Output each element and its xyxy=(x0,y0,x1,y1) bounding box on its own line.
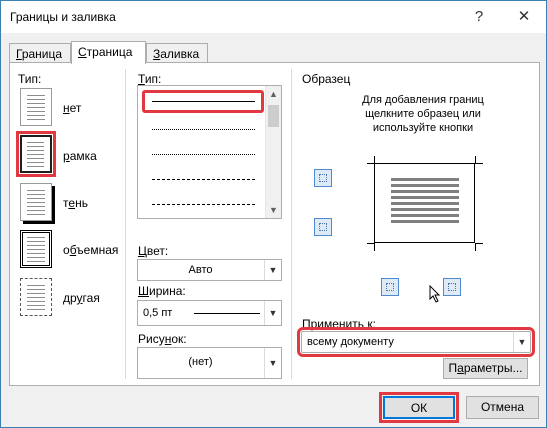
art-value: (нет) xyxy=(188,356,213,368)
separator xyxy=(125,69,126,379)
separator xyxy=(291,69,292,379)
width-label: Ширина: xyxy=(138,284,186,298)
page-3d-icon[interactable] xyxy=(20,230,52,268)
preview-hint: Для добавления границ щелкните образец и… xyxy=(362,94,484,134)
title-bar: Границы и заливка ? ✕ xyxy=(1,1,546,33)
setting-group-label: Тип: xyxy=(18,72,42,86)
art-select[interactable]: (нет) ▼ xyxy=(137,347,282,379)
line-style-list[interactable]: ▲ ▼ xyxy=(137,85,282,219)
chevron-down-icon[interactable]: ▼ xyxy=(264,348,281,378)
scroll-down-icon[interactable]: ▼ xyxy=(266,202,281,218)
corner-mark xyxy=(367,243,375,251)
page-custom-icon[interactable] xyxy=(20,278,52,316)
right-border-button[interactable] xyxy=(443,278,461,296)
cancel-button[interactable]: Отмена xyxy=(466,396,539,419)
style-dotted-line[interactable] xyxy=(152,129,255,130)
scroll-thumb[interactable] xyxy=(268,105,279,127)
apply-to-label: Применить к: xyxy=(302,317,376,331)
setting-box-label[interactable]: рамка xyxy=(63,149,97,163)
chevron-down-icon[interactable]: ▼ xyxy=(264,301,281,325)
style-fine-dotted-line[interactable] xyxy=(152,154,255,155)
bottom-border-button[interactable] xyxy=(314,218,332,236)
width-select[interactable]: 0,5 пт ▼ xyxy=(137,300,282,326)
page-none-icon[interactable] xyxy=(20,88,52,126)
style-long-dashed-line[interactable] xyxy=(152,204,255,205)
style-label: Тип: xyxy=(138,72,162,86)
color-select[interactable]: Авто ▼ xyxy=(137,259,282,281)
color-value: Авто xyxy=(188,264,213,276)
ok-button[interactable]: ОК xyxy=(379,392,459,423)
page-box-icon[interactable] xyxy=(16,131,56,177)
width-line-sample xyxy=(194,313,260,314)
close-button[interactable]: ✕ xyxy=(509,5,539,29)
top-border-button[interactable] xyxy=(314,169,332,187)
color-label: Цвет: xyxy=(138,244,169,258)
width-value: 0,5 пт xyxy=(143,307,173,319)
apply-to-select[interactable]: всему документу ▼ xyxy=(297,327,535,357)
style-dashed-line[interactable] xyxy=(152,179,255,180)
scroll-up-icon[interactable]: ▲ xyxy=(266,86,281,102)
chevron-down-icon[interactable]: ▼ xyxy=(264,260,281,280)
mouse-cursor-icon xyxy=(429,285,441,303)
style-list-scrollbar[interactable]: ▲ ▼ xyxy=(265,86,281,218)
style-solid-line[interactable] xyxy=(152,101,255,102)
preview-group-label: Образец xyxy=(302,72,351,86)
preview-page[interactable] xyxy=(374,163,475,243)
art-label: Рисунок: xyxy=(138,332,187,346)
apply-to-value: всему документу xyxy=(307,336,394,348)
tab-borders[interactable]: Граница xyxy=(9,43,71,64)
page-shadow-icon[interactable] xyxy=(20,183,52,221)
setting-3d-label[interactable]: объемная xyxy=(63,243,118,257)
tab-page-border[interactable]: Страница xyxy=(71,41,146,64)
left-border-button[interactable] xyxy=(381,278,399,296)
setting-custom-label[interactable]: другая xyxy=(63,291,100,305)
setting-shadow-label[interactable]: тень xyxy=(63,196,88,210)
options-button[interactable]: Параметры... xyxy=(443,358,528,379)
dialog-title: Границы и заливка xyxy=(10,10,116,24)
tab-shading[interactable]: Заливка xyxy=(146,43,208,64)
corner-mark xyxy=(475,243,483,251)
chevron-down-icon[interactable]: ▼ xyxy=(513,332,530,352)
borders-shading-dialog: Границы и заливка ? ✕ Граница Страница З… xyxy=(0,0,547,428)
corner-mark xyxy=(475,156,483,164)
setting-none-label[interactable]: нет xyxy=(63,101,81,115)
help-button[interactable]: ? xyxy=(464,5,494,29)
